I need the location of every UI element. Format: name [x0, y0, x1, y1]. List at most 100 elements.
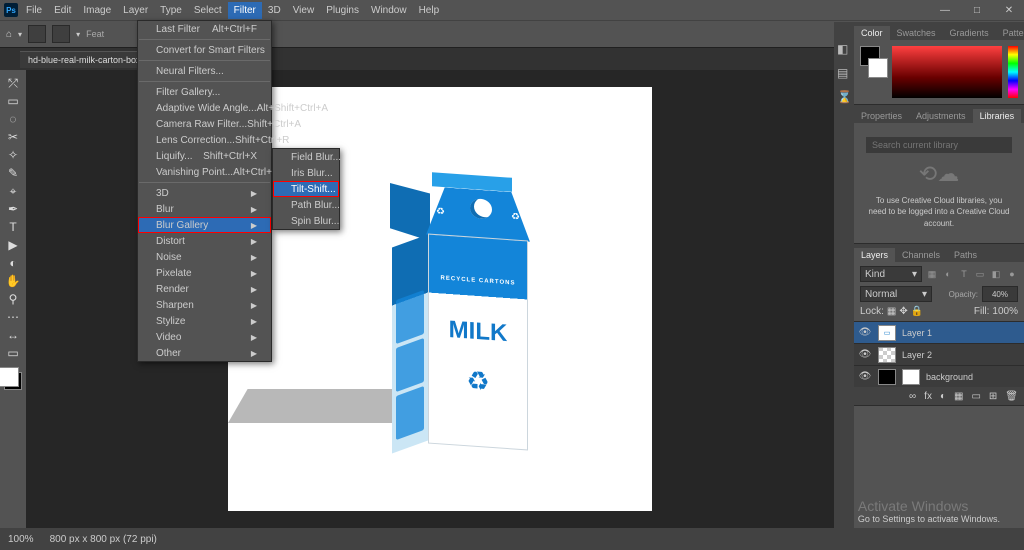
collapsed-panel-icon-0[interactable]: ◧: [837, 42, 851, 56]
filter-menu-dropdown[interactable]: Last FilterAlt+Ctrl+FConvert for Smart F…: [137, 20, 272, 362]
color-tab-gradients[interactable]: Gradients: [943, 26, 996, 40]
blur-gallery-item-spin-blur-[interactable]: Spin Blur...: [273, 213, 339, 229]
layer-footer-button-0[interactable]: ∞: [909, 391, 916, 402]
opacity-value[interactable]: 40%: [982, 286, 1018, 302]
fill-value[interactable]: 100%: [992, 306, 1018, 317]
visibility-toggle-icon[interactable]: 👁: [858, 349, 872, 360]
collapsed-panel-icon-1[interactable]: ▤: [837, 66, 851, 80]
zoom-level[interactable]: 100%: [8, 534, 34, 545]
layers-tab-channels[interactable]: Channels: [895, 248, 947, 262]
menu-edit[interactable]: Edit: [48, 2, 77, 19]
color-tab-swatches[interactable]: Swatches: [890, 26, 943, 40]
layers-tab-paths[interactable]: Paths: [947, 248, 984, 262]
tool-15[interactable]: ▭: [3, 344, 23, 362]
lock-pixels-icon[interactable]: ▦: [887, 306, 896, 317]
collapsed-panel-icon-2[interactable]: ⌛: [837, 90, 851, 104]
blend-mode-select[interactable]: Normal▾: [860, 286, 932, 302]
filter-item-blur-gallery[interactable]: Blur Gallery▶: [138, 217, 271, 233]
menu-3d[interactable]: 3D: [262, 2, 287, 19]
hue-bar[interactable]: [1008, 46, 1018, 98]
menu-filter[interactable]: Filter: [228, 2, 262, 19]
layer-footer-button-4[interactable]: ▭: [971, 391, 980, 402]
tool-10[interactable]: ◐: [3, 254, 23, 272]
filter-adjust-icon[interactable]: ◐: [942, 269, 954, 279]
menu-help[interactable]: Help: [413, 2, 446, 19]
blur-gallery-item-path-blur-[interactable]: Path Blur...: [273, 197, 339, 213]
menu-type[interactable]: Type: [154, 2, 188, 19]
tool-5[interactable]: ✎: [3, 164, 23, 182]
layer-filter-kind[interactable]: Kind▾: [860, 266, 922, 282]
filter-item-video[interactable]: Video▶: [138, 329, 271, 345]
layer-row[interactable]: 👁Layer 2: [854, 343, 1024, 365]
filter-toggle-icon[interactable]: ●: [1006, 269, 1018, 279]
opt-icon-2[interactable]: [52, 25, 70, 43]
tool-0[interactable]: ⤱: [3, 74, 23, 92]
layer-row[interactable]: 👁background: [854, 365, 1024, 387]
window-maximize-button[interactable]: □: [962, 5, 992, 16]
tool-12[interactable]: ⚲: [3, 290, 23, 308]
window-close-button[interactable]: ✕: [994, 5, 1024, 16]
menu-view[interactable]: View: [287, 2, 321, 19]
filter-item-filter-gallery-[interactable]: Filter Gallery...: [138, 84, 271, 100]
layer-footer-button-3[interactable]: ▦: [954, 391, 963, 402]
layers-tab-layers[interactable]: Layers: [854, 248, 895, 262]
filter-item-blur[interactable]: Blur▶: [138, 201, 271, 217]
filter-shape-icon[interactable]: ▭: [974, 269, 986, 280]
color-ramp[interactable]: [892, 46, 1002, 98]
filter-item-noise[interactable]: Noise▶: [138, 249, 271, 265]
visibility-toggle-icon[interactable]: 👁: [858, 371, 872, 382]
tool-7[interactable]: ✒: [3, 200, 23, 218]
tool-13[interactable]: ⋯: [3, 308, 23, 326]
menu-file[interactable]: File: [20, 2, 48, 19]
menu-image[interactable]: Image: [77, 2, 117, 19]
menu-window[interactable]: Window: [365, 2, 413, 19]
filter-item-convert-for-smart-filters[interactable]: Convert for Smart Filters: [138, 42, 271, 58]
filter-item-pixelate[interactable]: Pixelate▶: [138, 265, 271, 281]
filter-smart-icon[interactable]: ◧: [990, 269, 1002, 280]
blur-gallery-item-tilt-shift-[interactable]: Tilt-Shift...: [273, 181, 339, 197]
tool-6[interactable]: ⌖: [3, 182, 23, 200]
filter-item-other[interactable]: Other▶: [138, 345, 271, 361]
layer-row[interactable]: 👁▭Layer 1: [854, 321, 1024, 343]
props-tab-libraries[interactable]: Libraries: [973, 109, 1022, 123]
tool-11[interactable]: ✋: [3, 272, 23, 290]
tool-3[interactable]: ✂: [3, 128, 23, 146]
tool-8[interactable]: T: [3, 218, 23, 236]
filter-type-icon[interactable]: T: [958, 269, 970, 279]
filter-image-icon[interactable]: ▦: [926, 269, 938, 280]
layer-footer-button-1[interactable]: fx: [924, 391, 932, 402]
library-search-input[interactable]: [866, 137, 1012, 153]
lock-all-icon[interactable]: 🔒: [911, 306, 923, 317]
filter-item-3d[interactable]: 3D▶: [138, 185, 271, 201]
home-icon[interactable]: ⌂: [6, 29, 12, 40]
menu-select[interactable]: Select: [188, 2, 228, 19]
tool-2[interactable]: ◌: [3, 110, 23, 128]
menu-layer[interactable]: Layer: [117, 2, 154, 19]
tool-9[interactable]: ▶: [3, 236, 23, 254]
filter-item-render[interactable]: Render▶: [138, 281, 271, 297]
window-minimize-button[interactable]: —: [930, 5, 960, 16]
props-tab-adjustments[interactable]: Adjustments: [909, 109, 973, 123]
filter-item-lens-correction-[interactable]: Lens Correction...Shift+Ctrl+R: [138, 132, 271, 148]
layer-footer-button-5[interactable]: ⊞: [989, 391, 997, 402]
menu-plugins[interactable]: Plugins: [320, 2, 365, 19]
filter-item-vanishing-point-[interactable]: Vanishing Point...Alt+Ctrl+V: [138, 164, 271, 180]
background-color-swatch[interactable]: [868, 58, 888, 78]
props-tab-properties[interactable]: Properties: [854, 109, 909, 123]
filter-item-liquify-[interactable]: Liquify...Shift+Ctrl+X: [138, 148, 271, 164]
foreground-background-swatch[interactable]: [4, 372, 22, 390]
color-tab-color[interactable]: Color: [854, 26, 890, 40]
filter-item-camera-raw-filter-[interactable]: Camera Raw Filter...Shift+Ctrl+A: [138, 116, 271, 132]
filter-item-adaptive-wide-angle-[interactable]: Adaptive Wide Angle...Alt+Shift+Ctrl+A: [138, 100, 271, 116]
lock-position-icon[interactable]: ✥: [899, 306, 907, 317]
tool-1[interactable]: ▭: [3, 92, 23, 110]
blur-gallery-item-iris-blur-[interactable]: Iris Blur...: [273, 165, 339, 181]
visibility-toggle-icon[interactable]: 👁: [858, 327, 872, 338]
layer-footer-button-6[interactable]: 🗑: [1005, 391, 1018, 402]
color-tab-patterns[interactable]: Patterns: [996, 26, 1024, 40]
tool-4[interactable]: ✧: [3, 146, 23, 164]
blur-gallery-item-field-blur-[interactable]: Field Blur...: [273, 149, 339, 165]
layer-footer-button-2[interactable]: ◐: [940, 391, 946, 402]
tool-14[interactable]: ↔: [3, 326, 23, 344]
blur-gallery-submenu[interactable]: Field Blur...Iris Blur...Tilt-Shift...Pa…: [272, 148, 340, 230]
